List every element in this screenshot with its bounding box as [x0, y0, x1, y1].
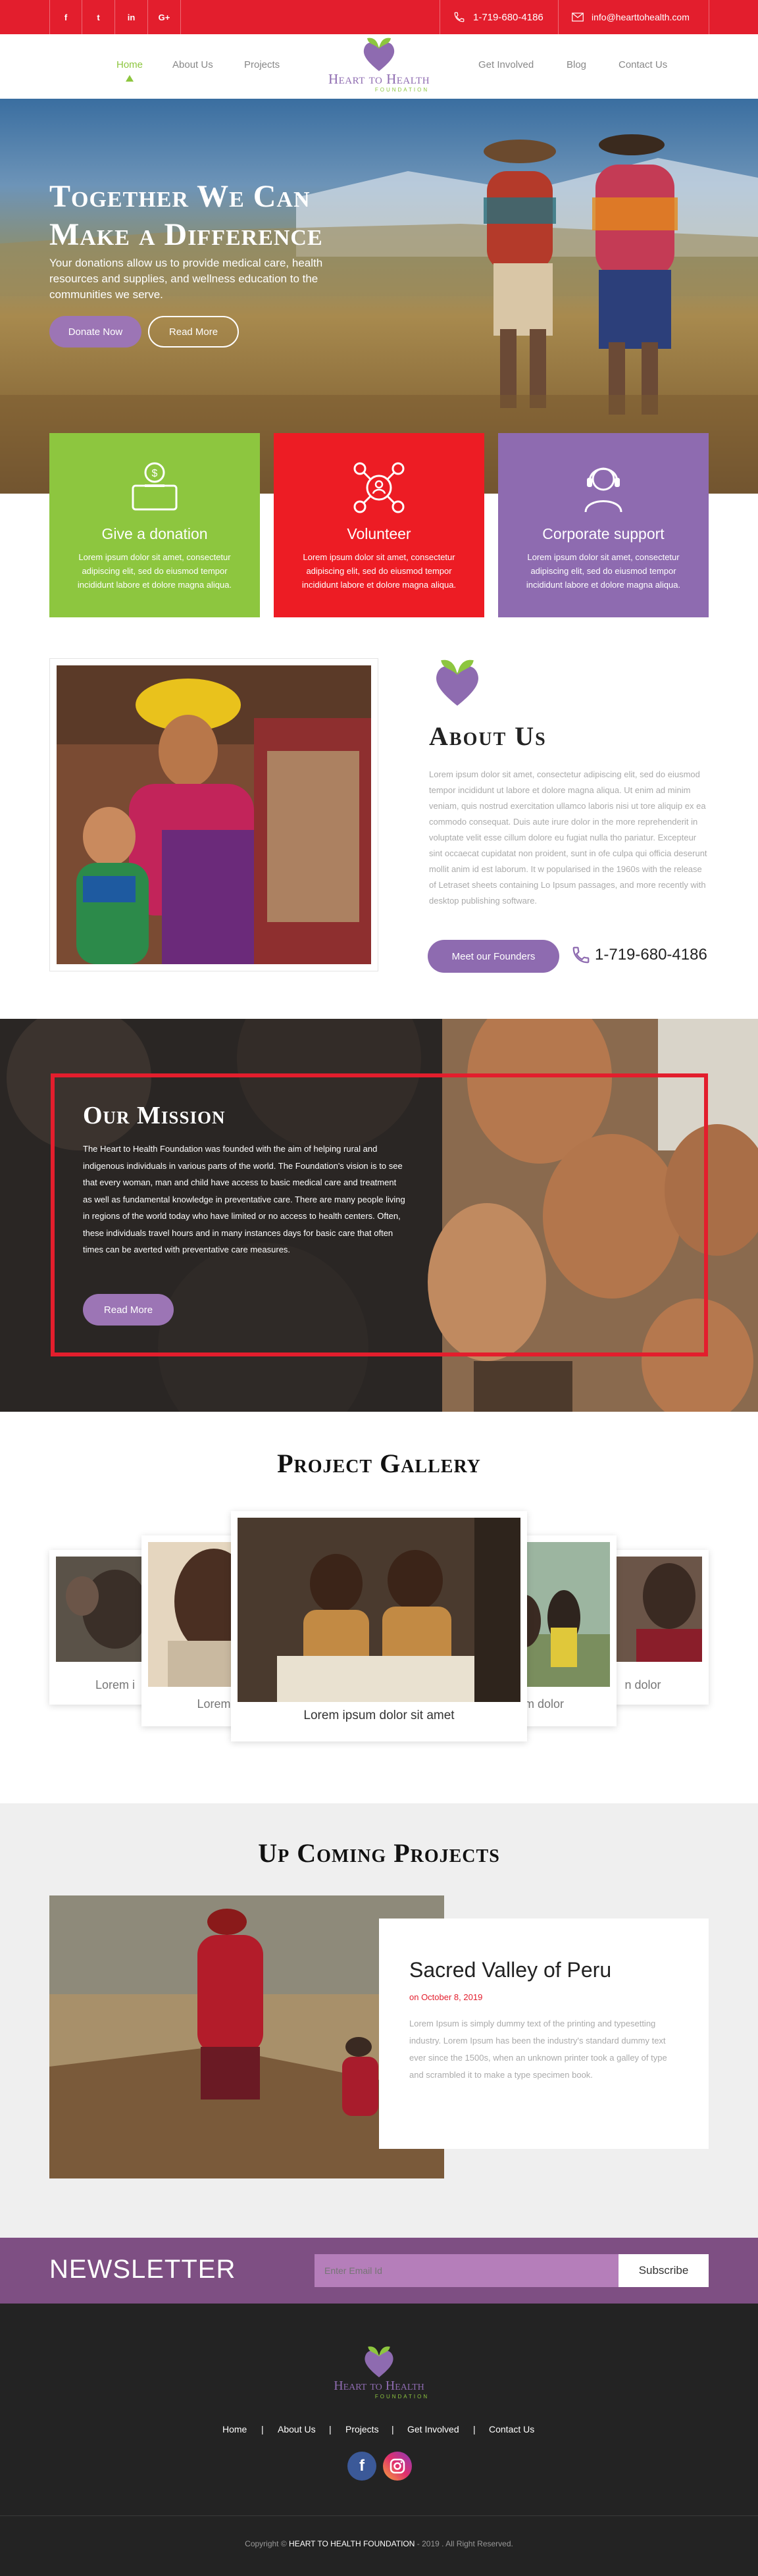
active-caret-icon — [126, 75, 134, 82]
footer-logo-wordmark: Heart to Health — [334, 2379, 424, 2393]
subscribe-button[interactable]: Subscribe — [619, 2254, 709, 2287]
gallery-image — [238, 1518, 520, 1702]
upcoming-project-card[interactable]: Sacred Valley of Peru on October 8, 2019… — [379, 1919, 709, 2149]
project-description: Lorem Ipsum is simply dummy text of the … — [409, 2019, 667, 2080]
top-bar: f t in G+ 1-719-680-4186 info@hearttohea… — [0, 0, 758, 34]
project-title: Sacred Valley of Peru — [409, 1958, 612, 1982]
footer-separator: | — [261, 2424, 264, 2434]
svg-text:$: $ — [152, 468, 158, 479]
linkedin-icon[interactable]: in — [115, 0, 148, 34]
corporate-support-card-text: Lorem ipsum dolor sit amet, consectetur … — [526, 552, 681, 590]
hero-title: Together We Can Make a Difference — [49, 178, 323, 254]
footer-link-home[interactable]: Home — [222, 2424, 247, 2434]
heart-leaf-logo-icon — [363, 38, 395, 71]
support-agent-icon — [584, 467, 622, 513]
newsletter-email-input[interactable] — [315, 2254, 619, 2287]
donation-card-text: Lorem ipsum dolor sit amet, consectetur … — [77, 552, 232, 590]
copyright-suffix: - 2019 . All Right Reserved. — [417, 2539, 513, 2548]
gallery-caption: Lorem ipsum dolor sit amet — [303, 1709, 455, 1722]
nav-about-us[interactable]: About Us — [172, 59, 213, 70]
footer-link-get-involved[interactable]: Get Involved — [407, 2424, 459, 2434]
heart-leaf-logo-icon — [365, 2346, 393, 2378]
footer-link-contact-us[interactable]: Contact Us — [489, 2424, 534, 2434]
gallery-title: Project Gallery — [277, 1449, 481, 1478]
footer-link-projects[interactable]: Projects — [345, 2424, 379, 2434]
footer-logo[interactable]: Heart to Health FOUNDATION — [307, 2343, 451, 2402]
project-date: on October 8, 2019 — [409, 1992, 483, 2002]
about-title: About Us — [429, 721, 547, 751]
email-contact[interactable]: info@hearttohealth.com — [558, 0, 709, 34]
site-logo[interactable]: Heart to Health FOUNDATION — [307, 34, 451, 99]
phone-icon — [572, 946, 590, 964]
mission-read-more-button[interactable]: Read More — [83, 1294, 174, 1326]
volunteer-card-title: Volunteer — [347, 525, 411, 542]
footer: Heart to Health FOUNDATION — [0, 2304, 758, 2576]
meet-founders-button[interactable]: Meet our Founders — [428, 940, 559, 973]
donate-now-button[interactable]: Donate Now — [49, 316, 141, 348]
instagram-glyph-icon — [390, 2458, 405, 2474]
footer-logo-subtitle: FOUNDATION — [374, 2394, 430, 2400]
phone-contact[interactable]: 1-719-680-4186 — [440, 0, 558, 34]
volunteer-network-icon — [353, 462, 405, 513]
corporate-support-card[interactable]: Corporate support Lorem ipsum dolor sit … — [498, 433, 709, 617]
hero-read-more-button[interactable]: Read More — [148, 316, 239, 348]
main-navigation: Home About Us Projects Get Involved Blog… — [0, 34, 758, 99]
phone-number: 1-719-680-4186 — [473, 11, 543, 23]
hero-description: Your donations allow us to provide medic… — [49, 257, 323, 301]
hero-title-line-2: Make a Difference — [49, 217, 323, 252]
phone-icon — [454, 12, 465, 22]
donation-card[interactable]: $ Give a donation Lorem ipsum dolor sit … — [49, 433, 260, 617]
volunteer-card-text: Lorem ipsum dolor sit amet, consectetur … — [301, 552, 457, 590]
copyright: Copyright © HEART TO HEALTH FOUNDATION -… — [0, 2539, 758, 2548]
about-photo-frame — [49, 658, 378, 971]
volunteer-card[interactable]: Volunteer Lorem ipsum dolor sit amet, co… — [274, 433, 484, 617]
mission-text: The Heart to Health Foundation was found… — [83, 1144, 405, 1254]
mission-title: Our Mission — [83, 1102, 226, 1129]
hero-title-line-1: Together We Can — [49, 179, 311, 214]
nav-contact-us[interactable]: Contact Us — [619, 59, 667, 70]
upcoming-title: Up Coming Projects — [258, 1838, 500, 1868]
donation-card-title: Give a donation — [101, 525, 208, 542]
logo-wordmark: Heart to Health — [328, 71, 430, 87]
footer-facebook-icon[interactable]: f — [347, 2452, 376, 2481]
facebook-icon[interactable]: f — [49, 0, 82, 34]
email-address: info@hearttohealth.com — [592, 12, 690, 22]
copyright-prefix: Copyright © — [245, 2539, 287, 2548]
footer-separator: | — [473, 2424, 476, 2434]
nav-home[interactable]: Home — [116, 59, 143, 70]
about-phone[interactable]: 1-719-680-4186 — [571, 945, 707, 965]
about-photo — [57, 665, 371, 964]
envelope-icon — [572, 13, 584, 22]
nav-blog[interactable]: Blog — [567, 59, 586, 70]
newsletter-bar: NEWSLETTER Subscribe — [0, 2238, 758, 2304]
about-text: Lorem ipsum dolor sit amet, consectetur … — [429, 769, 707, 906]
footer-separator: | — [329, 2424, 332, 2434]
copyright-org: HEART TO HEALTH FOUNDATION — [289, 2539, 415, 2548]
gallery-card-center[interactable]: Lorem ipsum dolor sit amet — [231, 1511, 527, 1741]
about-phone-number: 1-719-680-4186 — [595, 946, 707, 964]
footer-separator: | — [392, 2424, 394, 2434]
twitter-icon[interactable]: t — [82, 0, 115, 34]
nav-get-involved[interactable]: Get Involved — [478, 59, 534, 70]
about-heart-icon — [436, 659, 478, 706]
footer-divider — [0, 2515, 758, 2516]
corporate-support-card-title: Corporate support — [542, 525, 665, 542]
google-plus-icon[interactable]: G+ — [148, 0, 181, 34]
nav-projects[interactable]: Projects — [244, 59, 280, 70]
logo-subtitle: FOUNDATION — [374, 87, 430, 93]
donation-box-icon: $ — [132, 462, 178, 511]
footer-instagram-icon[interactable] — [383, 2452, 412, 2481]
newsletter-title: NEWSLETTER — [49, 2255, 236, 2284]
footer-link-about-us[interactable]: About Us — [278, 2424, 316, 2434]
